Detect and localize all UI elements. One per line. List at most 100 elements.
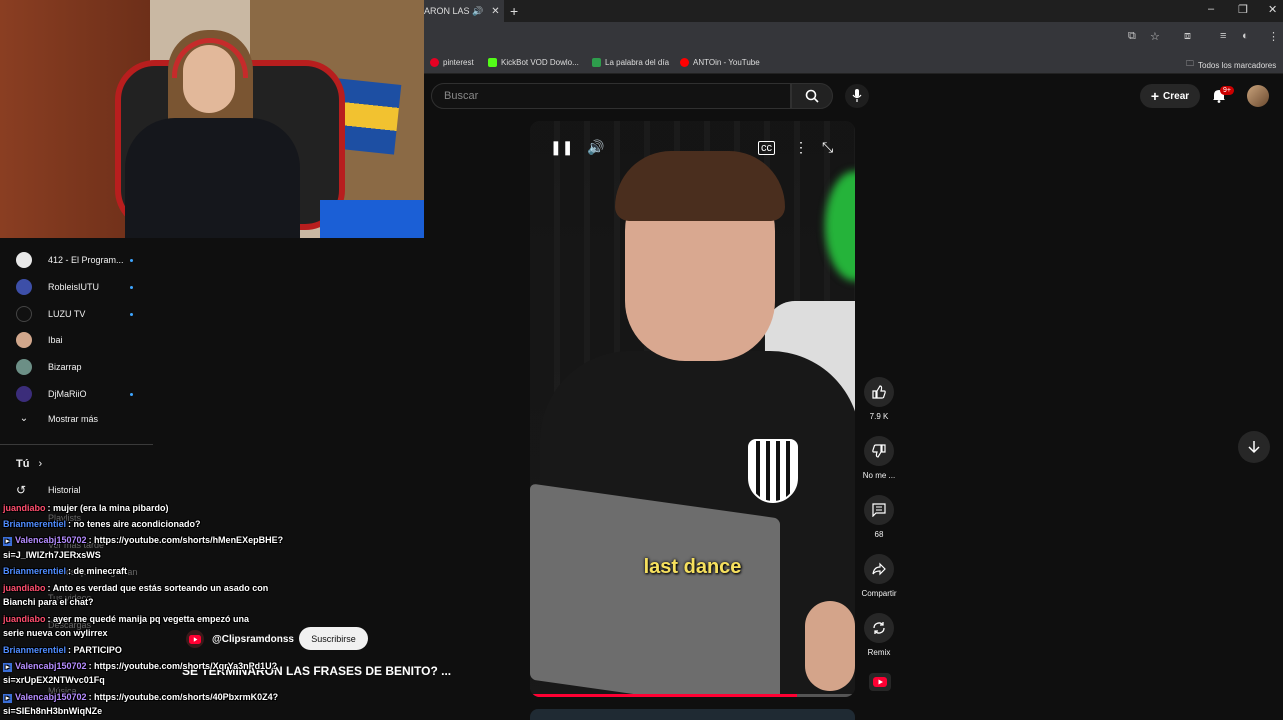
comment-icon (872, 503, 886, 517)
chat-text: : PARTICIPO (68, 645, 122, 655)
comments-action[interactable]: 68 (862, 495, 896, 539)
short-video-player[interactable]: last dance ❚❚ 🔊 cc ⋮ ⤡ (530, 121, 855, 697)
bookmark-star-icon[interactable]: ☆ (1150, 30, 1160, 43)
like-button[interactable] (864, 377, 894, 407)
chat-message: si=J_lWIZrh7JERxsWS (3, 550, 101, 560)
account-avatar[interactable] (1247, 85, 1269, 107)
close-window-icon[interactable]: ✕ (1268, 3, 1277, 16)
video-caption: last dance (643, 556, 742, 578)
channel-handle[interactable]: @Clipsramdonss (212, 634, 294, 645)
show-more-button[interactable]: ⌄ Mostrar más (16, 413, 98, 424)
next-short-button[interactable] (1238, 431, 1270, 463)
captions-icon[interactable]: cc (758, 141, 775, 155)
fullscreen-icon[interactable]: ⤡ (822, 139, 833, 156)
like-action[interactable]: 7.9 K (862, 377, 896, 421)
chevron-down-icon: ⌄ (19, 413, 29, 424)
close-tab-icon[interactable]: ✕ (491, 6, 499, 17)
speaker-icon[interactable]: 🔊 (472, 6, 483, 17)
chat-text: : mujer (era la mina pibardo) (47, 503, 169, 513)
sidebar-item-history[interactable]: ↺ Historial (16, 483, 81, 497)
chat-message: juandiabo: Anto es verdad que estás sort… (3, 583, 268, 593)
sidebar-item-ibai[interactable]: Ibai (16, 331, 128, 349)
pause-icon[interactable]: ❚❚ (550, 139, 573, 156)
create-button[interactable]: + Crear (1140, 84, 1200, 108)
chat-message: Brianmerentiel: de minecraft (3, 566, 127, 576)
you-section-header[interactable]: Tú › (16, 458, 42, 470)
search-input[interactable]: Buscar (431, 83, 791, 109)
chat-badge-icon: ▸ (3, 663, 12, 672)
chat-username: Brianmerentiel (3, 519, 67, 529)
kickbot-icon (488, 58, 497, 67)
channel-name: 412 - El Program... (48, 255, 124, 265)
bookmark-pinterest[interactable]: pinterest (430, 58, 474, 67)
share-icon (872, 562, 886, 576)
channel-name: Bizarrap (48, 362, 82, 372)
dislike-action[interactable]: No me ... (862, 436, 896, 480)
video-laptop (530, 483, 780, 697)
sidebar-item-robleisiutu[interactable]: RobleisIUTU (16, 278, 133, 296)
profile-icon[interactable]: ◐ (1242, 30, 1249, 42)
chat-message: ▸ Valencabj150702: https://youtube.com/sh… (3, 692, 278, 703)
plus-icon: + (1150, 88, 1160, 104)
comments-button[interactable] (864, 495, 894, 525)
chat-text: Bianchi para el chat? (3, 597, 94, 607)
search-button[interactable] (791, 83, 833, 109)
bookmark-antoin[interactable]: ANTOin - YouTube (680, 58, 760, 67)
thumbs-up-icon (872, 385, 886, 399)
voice-search-button[interactable] (845, 84, 869, 108)
new-tab-icon[interactable]: + (510, 3, 518, 19)
address-bar: ⧉ ☆ ⧈ ≡ ◐ ⋮ (424, 22, 1283, 52)
show-more-label: Mostrar más (48, 413, 99, 424)
search-icon (805, 89, 819, 103)
cast-icon[interactable]: ⧉ (1128, 30, 1136, 43)
notification-badge: 9+ (1220, 86, 1234, 95)
channel-avatar (16, 386, 32, 402)
folder-icon: 🗀 (1186, 59, 1194, 68)
remix-button[interactable] (864, 613, 894, 643)
bookmark-label: La palabra del día (605, 58, 670, 67)
subscribe-button[interactable]: Suscribirse (299, 627, 368, 650)
active-tab[interactable]: ARON LAS F 🔊 ✕ (424, 0, 504, 22)
share-action[interactable]: Compartir (856, 554, 902, 598)
more-options-icon[interactable]: ⋮ (794, 139, 808, 156)
dislike-label: No me ... (862, 471, 896, 480)
you-label: Tú (16, 458, 30, 470)
chat-message: si=SIEh8nH3bnWiqNZe (3, 706, 102, 716)
bookmark-la-palabra[interactable]: La palabra del día (592, 58, 669, 67)
video-hand (805, 601, 855, 691)
sidebar-item-djmariio[interactable]: DjMaRiiO (16, 385, 133, 403)
chat-message: Bianchi para el chat? (3, 597, 94, 607)
sidebar-item-luzu-tv[interactable]: LUZU TV (16, 305, 133, 323)
chat-message: serie nueva con wylirrex (3, 628, 108, 638)
sidebar-item-bizarrap[interactable]: Bizarrap (16, 358, 128, 376)
microphone-icon (852, 89, 862, 102)
club-crest (748, 439, 798, 503)
share-label: Compartir (861, 589, 897, 598)
share-button[interactable] (864, 554, 894, 584)
maximize-icon[interactable]: ❐ (1238, 3, 1248, 16)
channel-avatar (16, 332, 32, 348)
video-progress[interactable] (530, 694, 855, 697)
menu-icon[interactable]: ⋮ (1268, 30, 1279, 43)
sidebar-item-412[interactable]: 412 - El Program... (16, 251, 133, 269)
channel-name: Ibai (48, 335, 63, 345)
volume-icon[interactable]: 🔊 (587, 139, 604, 156)
all-bookmarks-label: Todos los marcadores (1198, 60, 1277, 70)
bookmark-kickbot[interactable]: KickBot VOD Dowlo... (488, 58, 579, 67)
extensions-icon[interactable]: ⧈ (1184, 30, 1191, 43)
dislike-button[interactable] (864, 436, 894, 466)
live-dot (130, 392, 133, 396)
comment-count: 68 (874, 530, 884, 539)
chat-text: : de minecraft (68, 566, 128, 576)
channel-avatar (16, 279, 32, 295)
all-bookmarks[interactable]: 🗀 Todos los marcadores (1186, 58, 1276, 72)
channel-logo-button[interactable] (869, 673, 891, 691)
channel-avatar (16, 252, 32, 268)
media-control-icon[interactable]: ≡ (1220, 30, 1226, 42)
remix-action[interactable]: Remix (862, 613, 896, 657)
channel-icon[interactable] (186, 630, 204, 648)
chat-text: : https://youtube.com/shorts/hMenEXepBHE… (88, 535, 284, 545)
live-dot (130, 312, 133, 316)
chat-username: Brianmerentiel (3, 566, 67, 576)
minimize-icon[interactable]: – (1208, 3, 1214, 15)
